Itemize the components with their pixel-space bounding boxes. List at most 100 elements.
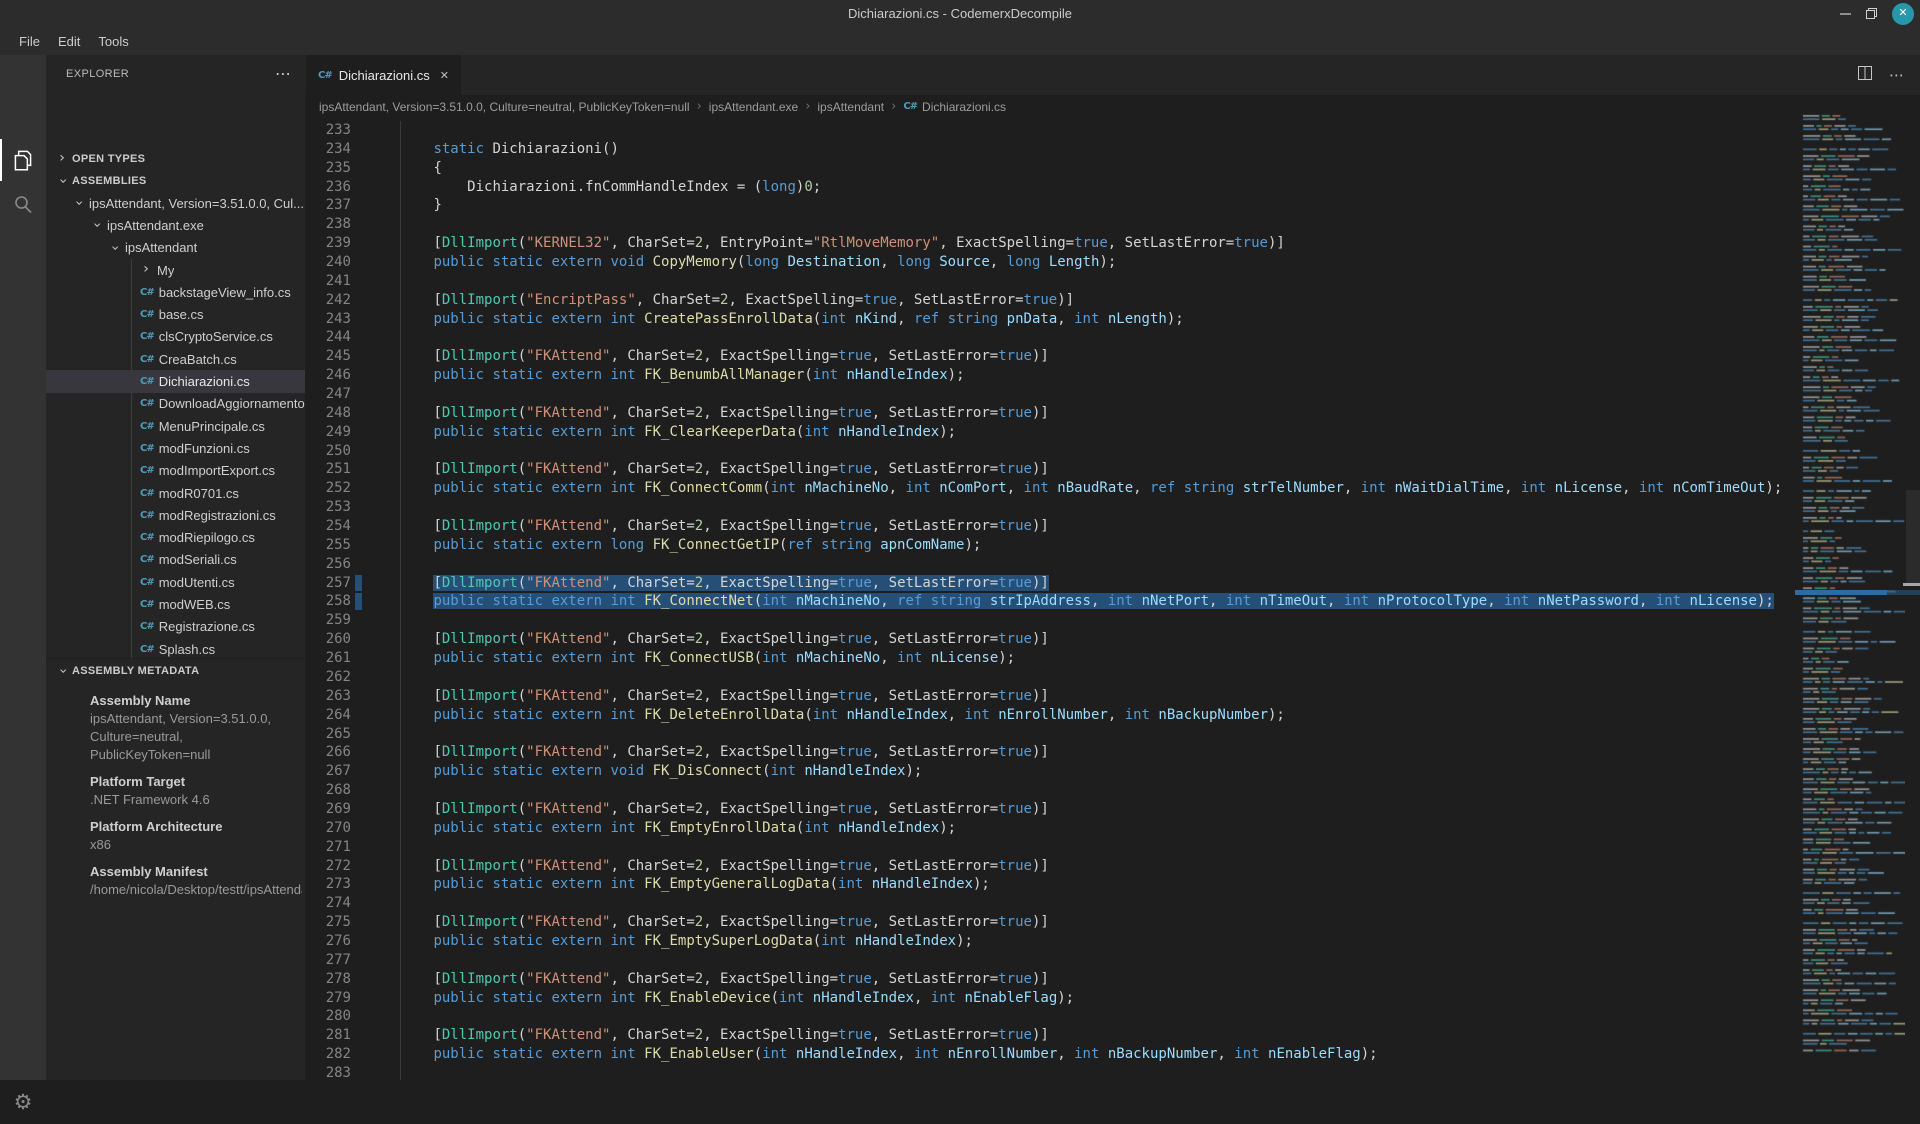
code-line-277[interactable]: 277	[305, 950, 1795, 970]
code-line-237[interactable]: 237 }	[305, 196, 1795, 216]
sidebar-item-registrazione-cs[interactable]: Registrazione.cs	[46, 616, 305, 638]
sidebar-item-clscryptoservice-cs[interactable]: clsCryptoService.cs	[46, 326, 305, 348]
code-line-265[interactable]: 265	[305, 724, 1795, 744]
code-line-251[interactable]: 251 [DllImport("FKAttend", CharSet=2, Ex…	[305, 460, 1795, 480]
code-line-275[interactable]: 275 [DllImport("FKAttend", CharSet=2, Ex…	[305, 913, 1795, 932]
code-line-234[interactable]: 234 static Dichiarazioni()	[305, 139, 1795, 159]
sidebar-item-ipsattendant-exe[interactable]: › ipsAttendant.exe	[46, 214, 305, 236]
code-line-254[interactable]: 254 [DllImport("FKAttend", CharSet=2, Ex…	[305, 517, 1795, 536]
code-line-269[interactable]: 269 [DllImport("FKAttend", CharSet=2, Ex…	[305, 799, 1795, 819]
code-line-242[interactable]: 242 [DllImport("EncriptPass", CharSet=2,…	[305, 290, 1795, 310]
code-line-260[interactable]: 260 [DllImport("FKAttend", CharSet=2, Ex…	[305, 630, 1795, 650]
minimap[interactable]	[1795, 112, 1905, 1080]
code-line-274[interactable]: 274	[305, 894, 1795, 914]
sidebar-item-modriepilogo-cs[interactable]: modRiepilogo.cs	[46, 526, 305, 548]
scrollbar-slider[interactable]	[1906, 490, 1920, 586]
search-icon[interactable]	[0, 182, 46, 226]
code-line-276[interactable]: 276 public static extern int FK_EmptySup…	[305, 931, 1795, 951]
code-line-255[interactable]: 255 public static extern long FK_Connect…	[305, 535, 1795, 555]
code-line-238[interactable]: 238	[305, 215, 1795, 235]
code-line-259[interactable]: 259	[305, 611, 1795, 631]
overview-ruler[interactable]	[1905, 112, 1920, 1080]
close-icon[interactable]: ✕	[1892, 2, 1914, 25]
tab-dichiarazioni[interactable]: Dichiarazioni.cs	[306, 55, 461, 95]
sidebar-item-modseriali-cs[interactable]: modSeriali.cs	[46, 549, 305, 571]
code-line-268[interactable]: 268	[305, 781, 1795, 800]
more-actions-icon[interactable]: ⋯	[275, 64, 291, 84]
code-line-263[interactable]: 263 [DllImport("FKAttend", CharSet=2, Ex…	[305, 686, 1795, 706]
code-line-283[interactable]: 283	[305, 1063, 1795, 1080]
code-line-262[interactable]: 262	[305, 667, 1795, 687]
code-line-248[interactable]: 248 [DllImport("FKAttend", CharSet=2, Ex…	[305, 403, 1795, 423]
sidebar-item-modregistrazioni-cs[interactable]: modRegistrazioni.cs	[46, 504, 305, 526]
code-line-258[interactable]: 258 public static extern int FK_ConnectN…	[305, 592, 1795, 612]
code-line-267[interactable]: 267 public static extern void FK_DisConn…	[305, 762, 1795, 782]
code-line-239[interactable]: 239 [DllImport("KERNEL32", CharSet=2, En…	[305, 234, 1795, 254]
code-line-272[interactable]: 272 [DllImport("FKAttend", CharSet=2, Ex…	[305, 856, 1795, 876]
assemblies-tree: › ipsAttendant, Version=3.51.0.0, Cul... ›…	[46, 192, 305, 660]
sidebar-item-splash-cs[interactable]: Splash.cs	[46, 638, 305, 660]
tab-close-icon[interactable]	[440, 69, 449, 82]
code-line-252[interactable]: 252 public static extern int FK_ConnectC…	[305, 479, 1795, 499]
breadcrumb-item[interactable]: ipsAttendant, Version=3.51.0.0, Culture=…	[319, 100, 690, 114]
code-line-261[interactable]: 261 public static extern int FK_ConnectU…	[305, 649, 1795, 668]
code-line-281[interactable]: 281 [DllImport("FKAttend", CharSet=2, Ex…	[305, 1026, 1795, 1046]
sidebar-item-dichiarazioni-cs[interactable]: Dichiarazioni.cs	[46, 370, 305, 393]
code-line-244[interactable]: 244	[305, 328, 1795, 348]
explorer-files-icon[interactable]	[0, 138, 46, 182]
sidebar-item-menuprincipale-cs[interactable]: MenuPrincipale.cs	[46, 415, 305, 437]
code-line-271[interactable]: 271	[305, 837, 1795, 857]
restore-icon[interactable]	[1865, 7, 1878, 20]
settings-gear-icon[interactable]: ⚙	[0, 1080, 46, 1124]
code-editor[interactable]: 233 234 static Dichiarazioni() 235 {236 Di…	[305, 118, 1795, 1080]
sidebar-item-my[interactable]: › My	[46, 259, 305, 281]
code-line-249[interactable]: 249 public static extern int FK_ClearKee…	[305, 422, 1795, 442]
breadcrumb-item[interactable]: ipsAttendant	[817, 100, 884, 114]
breadcrumb-item[interactable]: ipsAttendant.exe	[709, 100, 798, 114]
code-line-246[interactable]: 246 public static extern int FK_BenumbAl…	[305, 366, 1795, 386]
code-line-264[interactable]: 264 public static extern int FK_DeleteEn…	[305, 705, 1795, 725]
menu-item-tools[interactable]: Tools	[89, 31, 137, 52]
code-line-247[interactable]: 247	[305, 385, 1795, 404]
code-line-270[interactable]: 270 public static extern int FK_EmptyEnr…	[305, 818, 1795, 838]
menu-item-edit[interactable]: Edit	[49, 31, 89, 52]
code-line-282[interactable]: 282 public static extern int FK_EnableUs…	[305, 1045, 1795, 1064]
menu-item-file[interactable]: File	[10, 31, 49, 52]
sidebar-item-ipsattendant-version-3-51-0-0-cul-[interactable]: › ipsAttendant, Version=3.51.0.0, Cul...	[46, 192, 305, 214]
sidebar-item-ipsattendant[interactable]: › ipsAttendant	[46, 237, 305, 259]
sidebar-item-modimportexport-cs[interactable]: modImportExport.cs	[46, 460, 305, 482]
sidebar-item-creabatch-cs[interactable]: CreaBatch.cs	[46, 348, 305, 370]
code-line-235[interactable]: 235 {	[305, 158, 1795, 178]
code-line-236[interactable]: 236 Dichiarazioni.fnCommHandleIndex = (l…	[305, 177, 1795, 197]
sidebar-item-backstageview-info-cs[interactable]: backstageView_info.cs	[46, 281, 305, 303]
breadcrumb-item[interactable]: Dichiarazioni.cs	[922, 100, 1006, 114]
code-line-257[interactable]: 257 [DllImport("FKAttend", CharSet=2, Ex…	[305, 573, 1795, 593]
sidebar-item-modutenti-cs[interactable]: modUtenti.cs	[46, 571, 305, 593]
code-line-273[interactable]: 273 public static extern int FK_EmptyGen…	[305, 875, 1795, 895]
code-line-245[interactable]: 245 [DllImport("FKAttend", CharSet=2, Ex…	[305, 347, 1795, 367]
sidebar-item-modweb-cs[interactable]: modWEB.cs	[46, 593, 305, 615]
code-line-233[interactable]: 233	[305, 121, 1795, 140]
sidebar-item-base-cs[interactable]: base.cs	[46, 303, 305, 325]
sidebar-item-modfunzioni-cs[interactable]: modFunzioni.cs	[46, 437, 305, 459]
code-line-256[interactable]: 256	[305, 554, 1795, 574]
more-actions-icon[interactable]: ⋯	[1889, 66, 1904, 84]
breadcrumb-separator-icon: ›	[805, 99, 811, 114]
code-line-241[interactable]: 241	[305, 271, 1795, 291]
sidebar-item-modr0701-cs[interactable]: modR0701.cs	[46, 482, 305, 504]
breadcrumb[interactable]: ipsAttendant, Version=3.51.0.0, Culture=…	[305, 95, 1920, 118]
code-line-266[interactable]: 266 [DllImport("FKAttend", CharSet=2, Ex…	[305, 743, 1795, 763]
code-line-279[interactable]: 279 public static extern int FK_EnableDe…	[305, 988, 1795, 1008]
section-open-types[interactable]: › OPEN TYPES	[46, 148, 305, 170]
minimize-icon[interactable]	[1840, 8, 1851, 19]
section-assembly-metadata[interactable]: › ASSEMBLY METADATA	[46, 659, 305, 683]
code-line-250[interactable]: 250	[305, 441, 1795, 461]
code-line-243[interactable]: 243 public static extern int CreatePassE…	[305, 309, 1795, 329]
code-line-278[interactable]: 278 [DllImport("FKAttend", CharSet=2, Ex…	[305, 969, 1795, 989]
code-line-253[interactable]: 253	[305, 498, 1795, 518]
code-line-280[interactable]: 280	[305, 1007, 1795, 1027]
code-line-240[interactable]: 240 public static extern void CopyMemory…	[305, 253, 1795, 272]
split-editor-icon[interactable]	[1857, 65, 1873, 86]
sidebar-item-downloadaggiornamento-cs[interactable]: DownloadAggiornamento.cs	[46, 393, 305, 415]
section-assemblies[interactable]: › ASSEMBLIES	[46, 170, 305, 192]
